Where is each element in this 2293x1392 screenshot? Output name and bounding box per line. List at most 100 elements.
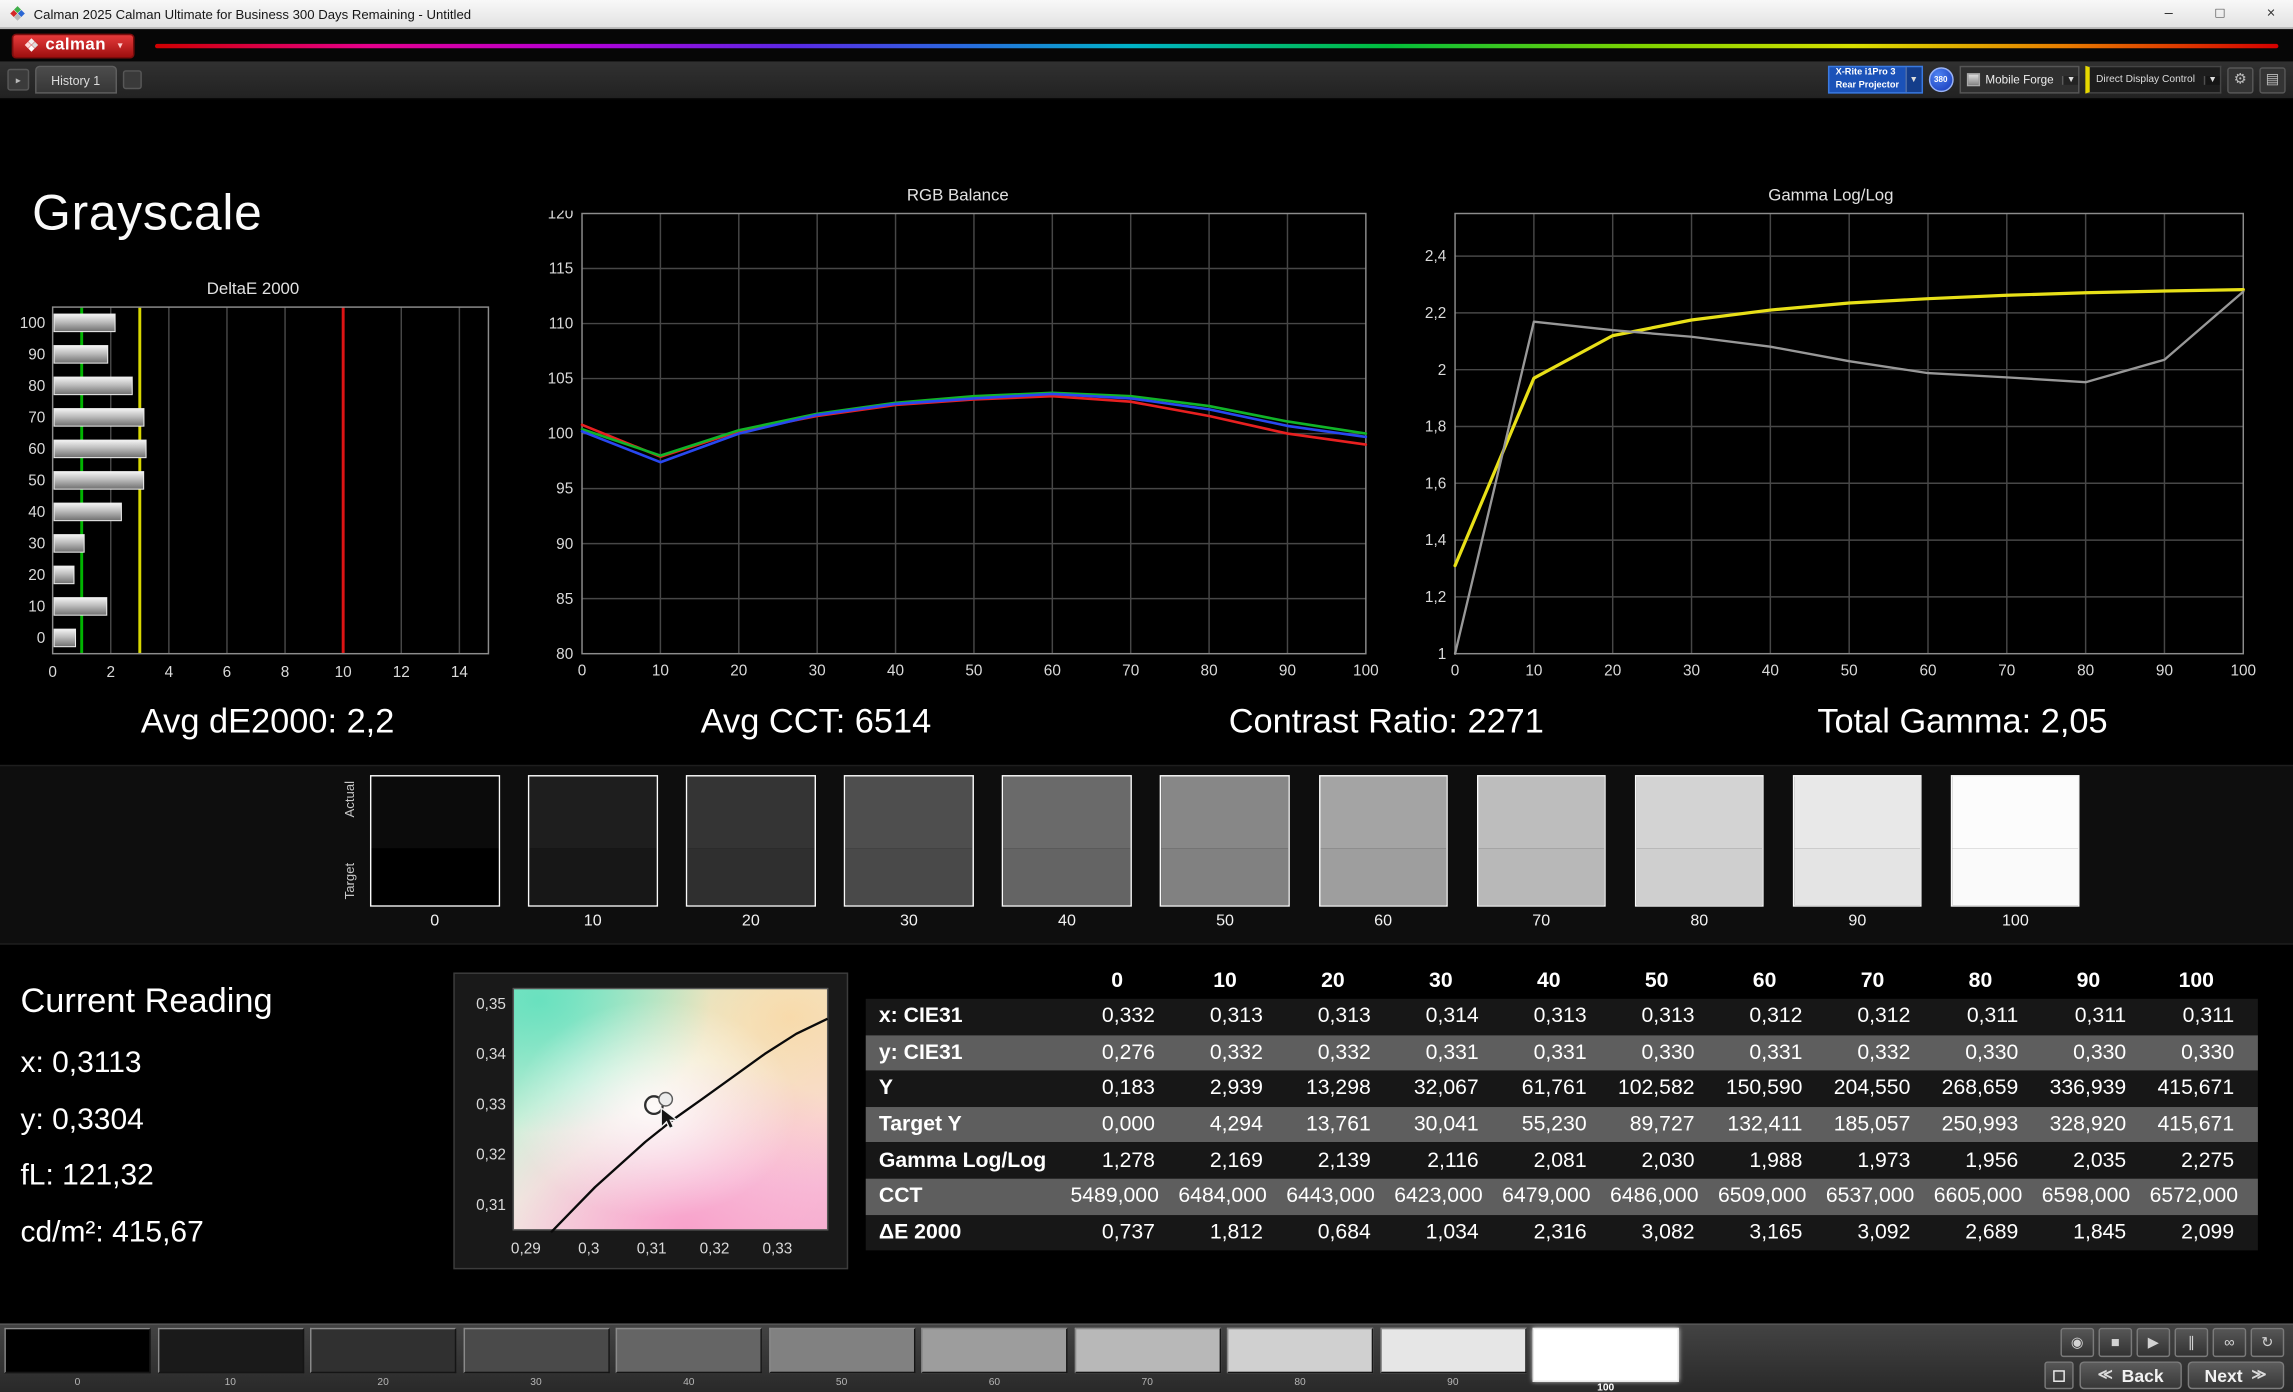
grayscale-patch: 80: [1634, 775, 1764, 930]
add-tab-button[interactable]: [122, 70, 142, 90]
patch-label: 40: [1058, 912, 1076, 931]
calman-logo-button[interactable]: calman ▾: [11, 32, 135, 58]
table-cell: 6479,000: [1502, 1184, 1591, 1209]
level-swatch-90[interactable]: [1379, 1327, 1526, 1374]
patch-label: 60: [1374, 912, 1393, 931]
svg-text:100: 100: [548, 426, 574, 443]
table-row: CCT 5489,000 6484,000 6443,000 6423,000 6479,…: [865, 1178, 2258, 1215]
table-cell: 5489,000: [1070, 1184, 1159, 1209]
svg-text:0,3: 0,3: [578, 1240, 599, 1257]
table-col-header: 50: [1644, 968, 1669, 993]
level-swatch-100[interactable]: [1532, 1327, 1679, 1382]
pause-button[interactable]: ∥: [2174, 1327, 2209, 1358]
brand-bar: calman ▾: [0, 29, 2293, 62]
level-swatch-label: 60: [988, 1377, 1001, 1388]
settings-button[interactable]: ⚙: [2227, 66, 2254, 93]
svg-text:10: 10: [28, 599, 45, 616]
table-cell: 150,590: [1725, 1077, 1803, 1101]
history-collapse-icon[interactable]: ▸: [7, 68, 30, 91]
refresh-button[interactable]: ↻: [2250, 1327, 2285, 1358]
patch-target: [1794, 848, 1921, 906]
svg-text:60: 60: [1919, 663, 1936, 680]
current-reading-heading: Current Reading: [20, 981, 273, 1020]
table-cell: 13,298: [1305, 1077, 1371, 1101]
patch-actual: [1952, 776, 2079, 849]
table-cell: 4,294: [1209, 1112, 1263, 1137]
svg-text:90: 90: [28, 346, 45, 363]
avg-cct-stat: Avg CCT: 6514: [700, 701, 932, 740]
back-label: Back: [2121, 1365, 2164, 1386]
table-cell: 0,313: [1317, 1005, 1371, 1029]
svg-text:85: 85: [556, 591, 573, 608]
svg-text:30: 30: [809, 663, 826, 680]
table-cell: 0,313: [1209, 1005, 1263, 1029]
level-swatch-70[interactable]: [1074, 1327, 1221, 1374]
record-button[interactable]: ◉: [2060, 1327, 2095, 1358]
table-cell: 0,314: [1425, 1005, 1479, 1029]
level-swatch-80[interactable]: [1226, 1327, 1374, 1374]
table-cell: 0,330: [2073, 1041, 2127, 1065]
stop-frame-button[interactable]: [2044, 1361, 2075, 1390]
display-control-label: Direct Display Control: [2096, 74, 2196, 85]
display-control-select[interactable]: Direct Display Control ▼: [2085, 65, 2222, 94]
maximize-button[interactable]: □: [2198, 0, 2242, 28]
patch-swatch: [1634, 775, 1764, 907]
level-swatch-10[interactable]: [157, 1327, 304, 1374]
table-row: Gamma Log/Log 1,278 2,169 2,139 2,116 2,081 2,…: [865, 1142, 2258, 1179]
svg-text:30: 30: [28, 536, 45, 553]
close-button[interactable]: ×: [2249, 0, 2293, 28]
stop-button[interactable]: ■: [2098, 1327, 2133, 1358]
level-swatch-20[interactable]: [310, 1327, 457, 1374]
table-cell: 1,812: [1209, 1220, 1263, 1245]
level-swatch-50[interactable]: [768, 1327, 915, 1374]
chevron-down-icon[interactable]: ▼: [2203, 75, 2220, 85]
table-cell: 3,092: [1857, 1220, 1911, 1245]
svg-text:0,33: 0,33: [762, 1240, 792, 1257]
continuous-button[interactable]: ∞: [2212, 1327, 2247, 1358]
svg-text:0,29: 0,29: [511, 1240, 541, 1257]
table-col-header: 20: [1321, 968, 1345, 993]
svg-text:0,34: 0,34: [476, 1046, 506, 1063]
minimize-button[interactable]: –: [2147, 0, 2191, 28]
patch-actual: [1794, 776, 1921, 849]
gamma-chart-plot: 0 10 20 30 40 50 60 70 80 90 100 2,4 2,2 2 1,8 1,6 1,4 1,…: [1425, 212, 2256, 680]
table-row-label: x: CIE31: [878, 1005, 963, 1029]
patch-actual: [1636, 776, 1763, 849]
svg-text:0: 0: [48, 664, 57, 681]
table-cell: 0,312: [1749, 1005, 1803, 1029]
level-swatch-0[interactable]: [4, 1327, 151, 1374]
svg-text:40: 40: [887, 663, 904, 680]
navigation-controls: ≪ Back Next ≫: [2044, 1361, 2285, 1390]
table-cell: 6484,000: [1178, 1184, 1267, 1209]
layout-button[interactable]: ▤: [2259, 66, 2286, 93]
chevron-down-icon[interactable]: ▼: [2062, 75, 2079, 85]
table-cell: 328,920: [2049, 1112, 2127, 1137]
level-swatch-30[interactable]: [462, 1327, 610, 1374]
meter-select[interactable]: X-Rite i1Pro 3 Rear Projector ▼: [1828, 65, 1923, 94]
svg-text:12: 12: [393, 664, 410, 681]
logo-dropdown-icon[interactable]: ▾: [118, 39, 123, 51]
chevron-down-icon[interactable]: ▼: [1904, 67, 1922, 93]
level-swatch-60[interactable]: [921, 1327, 1068, 1374]
source-select[interactable]: Mobile Forge ▼: [1959, 65, 2080, 94]
table-cell: 3,165: [1749, 1220, 1803, 1245]
table-cell: 0,330: [2181, 1041, 2235, 1065]
grayscale-patch: 90: [1792, 775, 1923, 930]
table-col-header: 30: [1429, 968, 1453, 993]
meter-status-badge: 380: [1928, 67, 1954, 93]
play-button[interactable]: ▶: [2136, 1327, 2171, 1358]
meter-label: X-Rite i1Pro 3 Rear Projector: [1830, 67, 1905, 92]
patch-actual: [845, 776, 973, 849]
table-cell: 0,332: [1209, 1041, 1263, 1065]
grayscale-patch: 30: [844, 775, 974, 930]
bottom-bar: ◉ ■ ▶ ∥ ∞ ↻ ≪ Back Next ≫ 0 10 20 30 40 50 60 70 80 90…: [0, 1323, 2293, 1392]
next-button[interactable]: Next ≫: [2186, 1361, 2285, 1390]
patch-label: 20: [741, 912, 760, 931]
spectrum-divider: [154, 43, 2279, 48]
svg-text:80: 80: [1201, 663, 1218, 680]
rgb-chart-title: RGB Balance: [906, 187, 1009, 205]
table-col-header: 70: [1860, 968, 1885, 993]
level-swatch-40[interactable]: [615, 1327, 762, 1374]
tab-history-1[interactable]: History 1: [35, 65, 117, 94]
back-button[interactable]: ≪ Back: [2080, 1361, 2182, 1390]
